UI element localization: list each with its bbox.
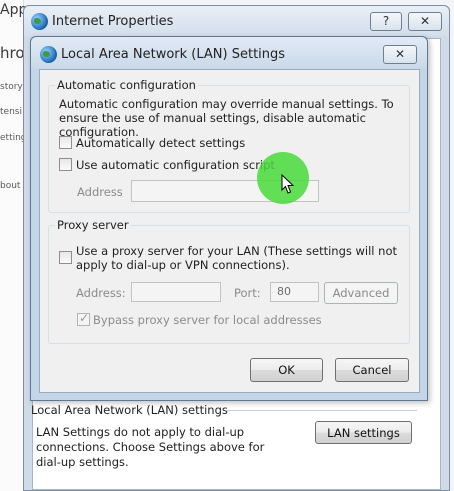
lan-dialog-title: Local Area Network (LAN) Settings bbox=[61, 47, 286, 62]
auto-config-script-label[interactable]: Use automatic configuration script bbox=[76, 158, 275, 172]
background-side-item: tensi bbox=[0, 107, 22, 117]
cancel-button[interactable]: Cancel bbox=[335, 358, 409, 382]
help-button[interactable]: ? bbox=[370, 12, 402, 31]
internet-properties-title-bar[interactable]: Internet Properties ? ✕ bbox=[24, 6, 449, 36]
lan-section-description: LAN Settings do not apply to dial-up con… bbox=[36, 425, 265, 469]
mouse-pointer-icon bbox=[281, 174, 295, 194]
proxy-port-label: Port: bbox=[234, 286, 261, 300]
auto-config-script-checkbox[interactable] bbox=[59, 158, 72, 171]
lan-globe-icon bbox=[40, 46, 57, 63]
automatic-configuration-legend: Automatic configuration bbox=[57, 78, 196, 92]
lan-settings-button[interactable]: LAN settings bbox=[315, 421, 412, 444]
outer-close-button[interactable]: ✕ bbox=[408, 12, 442, 31]
advanced-button[interactable]: Advanced bbox=[324, 282, 398, 304]
background-browser-pane: Apps hro story tensi etting bout bbox=[0, 0, 35, 491]
internet-properties-title: Internet Properties bbox=[52, 14, 174, 29]
ok-button[interactable]: OK bbox=[250, 358, 323, 382]
auto-detect-checkbox[interactable] bbox=[59, 136, 72, 149]
use-proxy-label[interactable]: Use a proxy server for your LAN (These s… bbox=[76, 244, 402, 272]
use-proxy-checkbox[interactable] bbox=[59, 251, 72, 264]
internet-globe-icon bbox=[31, 13, 48, 30]
proxy-port-field[interactable]: 80 bbox=[270, 282, 319, 302]
proxy-address-field[interactable] bbox=[131, 282, 221, 302]
proxy-server-legend: Proxy server bbox=[57, 218, 129, 232]
lan-close-button[interactable]: ✕ bbox=[383, 45, 417, 64]
script-address-label: Address bbox=[77, 185, 123, 199]
lan-dialog-title-bar[interactable]: Local Area Network (LAN) Settings ✕ bbox=[31, 37, 427, 69]
background-side-item: bout bbox=[0, 181, 21, 191]
lan-section-divider bbox=[226, 410, 417, 411]
bypass-local-checkbox[interactable] bbox=[77, 311, 90, 326]
lan-section-label: Local Area Network (LAN) settings bbox=[31, 403, 228, 417]
background-side-item: story bbox=[0, 82, 23, 92]
proxy-address-label: Address: bbox=[76, 286, 126, 300]
bypass-local-label[interactable]: Bypass proxy server for local addresses bbox=[93, 313, 322, 327]
auto-detect-label[interactable]: Automatically detect settings bbox=[76, 136, 245, 150]
automatic-configuration-description: Automatic configuration may override man… bbox=[59, 97, 394, 139]
background-heading-text: hro bbox=[0, 44, 25, 62]
